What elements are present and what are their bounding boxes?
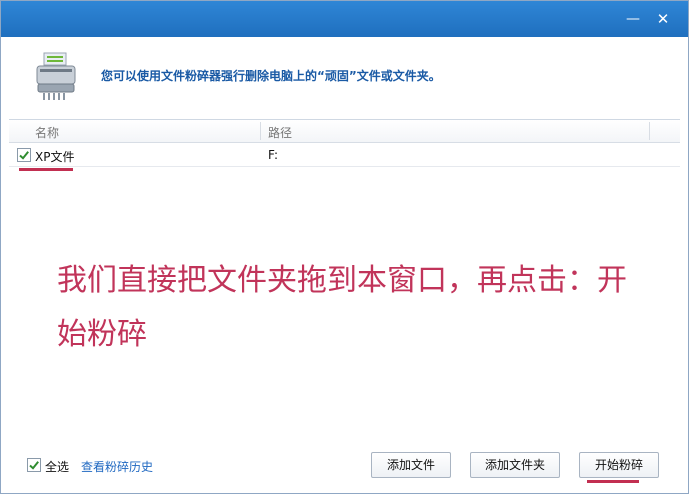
add-file-button[interactable]: 添加文件	[371, 452, 451, 478]
header-panel: 您可以使用文件粉碎器强行删除电脑上的“顽固”文件或文件夹。	[1, 37, 688, 119]
minimize-icon[interactable]: —	[622, 9, 644, 29]
close-icon[interactable]: ✕	[652, 9, 674, 29]
table-row[interactable]: XP文件 F:	[9, 144, 680, 167]
row-file-path: F:	[268, 148, 279, 162]
select-all-label[interactable]: 全选	[45, 458, 69, 475]
annotation-underline	[587, 480, 639, 483]
footer-bar: 全选 查看粉碎历史 添加文件 添加文件夹 开始粉碎	[1, 449, 688, 493]
row-file-name: XP文件	[35, 150, 75, 164]
file-shredder-window: — ✕ 您可以使用文件粉碎器强行删除电脑上的“顽固”文件或文件夹。 名称 路径	[0, 0, 689, 494]
annotation-underline	[19, 168, 73, 171]
start-shred-button[interactable]: 开始粉碎	[579, 452, 659, 478]
view-history-link[interactable]: 查看粉碎历史	[81, 458, 153, 475]
column-divider	[649, 122, 650, 140]
column-divider	[260, 122, 261, 140]
annotation-instruction: 我们直接把文件夹拖到本窗口，再点击：开始粉碎	[57, 263, 627, 352]
row-checkbox[interactable]	[17, 148, 31, 162]
checkmark-icon	[29, 461, 39, 470]
column-header-path[interactable]: 路径	[268, 124, 292, 141]
checkmark-icon	[19, 151, 29, 160]
select-all-checkbox[interactable]	[27, 458, 41, 472]
title-bar: — ✕	[1, 1, 688, 37]
list-header: 名称 路径	[9, 120, 680, 143]
add-folder-button[interactable]: 添加文件夹	[470, 452, 560, 478]
shredder-icon	[36, 52, 76, 100]
column-header-name[interactable]: 名称	[35, 124, 59, 141]
file-list[interactable]: 名称 路径 XP文件 F: 我们直接把文件夹拖到本窗口，再点击：开始粉碎	[9, 119, 680, 450]
header-description: 您可以使用文件粉碎器强行删除电脑上的“顽固”文件或文件夹。	[101, 69, 441, 83]
